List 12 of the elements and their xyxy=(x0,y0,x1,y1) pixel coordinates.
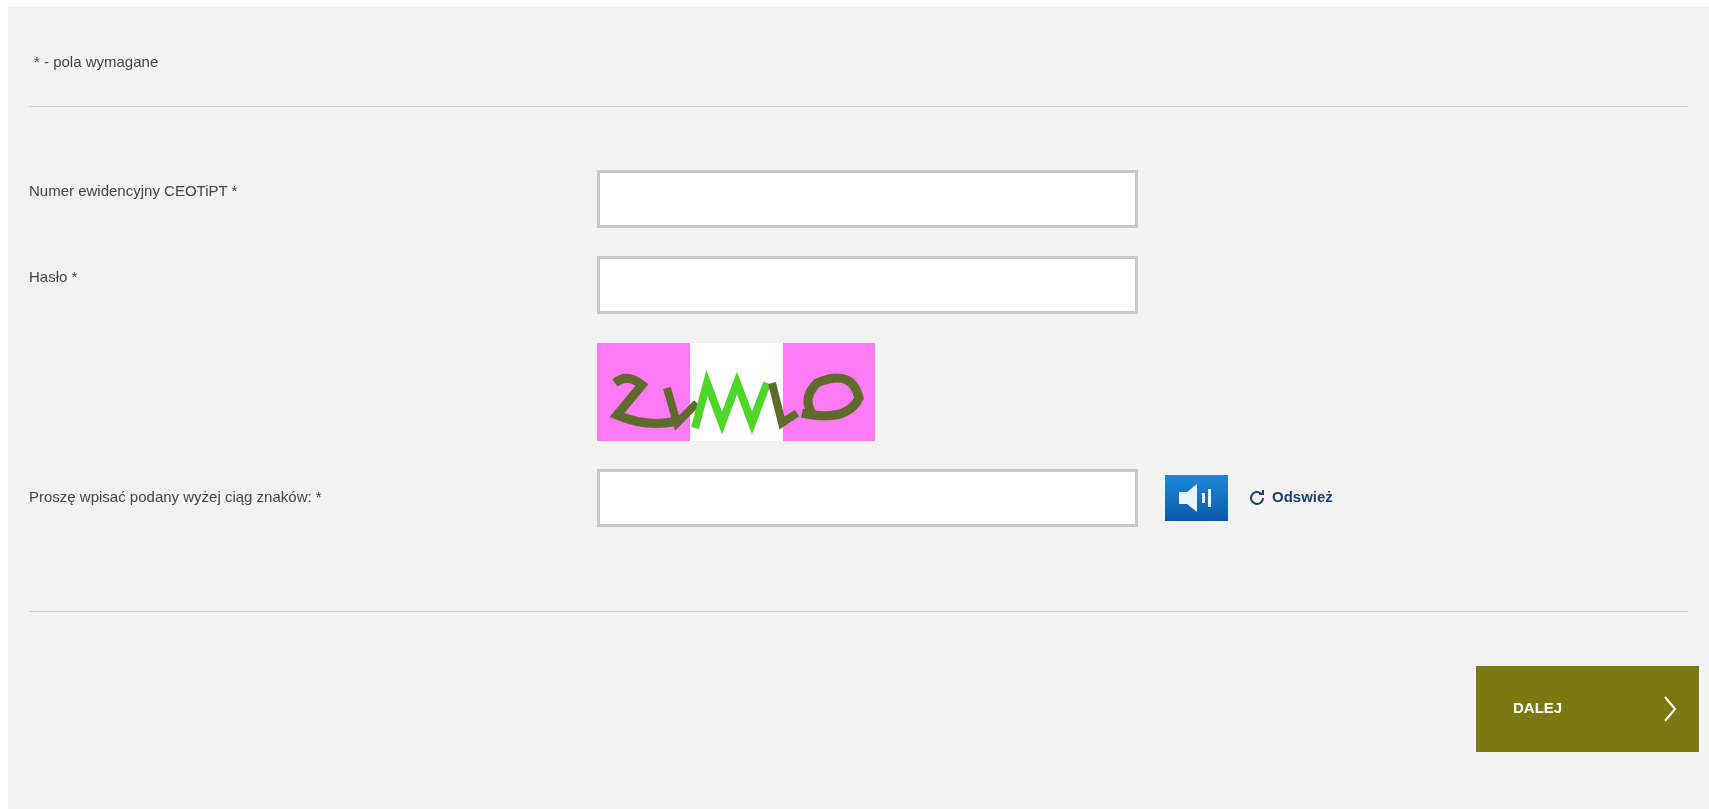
refresh-icon xyxy=(1248,488,1266,507)
field-label: Numer ewidencyjny CEOTiPT * xyxy=(29,180,239,201)
speaker-icon[interactable] xyxy=(1165,474,1228,521)
input-field[interactable] xyxy=(597,468,1138,527)
input-field[interactable] xyxy=(597,169,1138,228)
field-label: Proszę wpisać podany wyżej ciąg znaków: * xyxy=(29,487,323,508)
next-button[interactable]: DALEJ xyxy=(1476,665,1699,752)
input-field[interactable] xyxy=(597,255,1138,314)
field-label: Hasło * xyxy=(29,266,79,287)
required-note: * - pola wymagane xyxy=(34,52,160,72)
chevron-right-icon xyxy=(1663,694,1677,723)
refresh-link[interactable]: Odswież xyxy=(1248,486,1333,509)
